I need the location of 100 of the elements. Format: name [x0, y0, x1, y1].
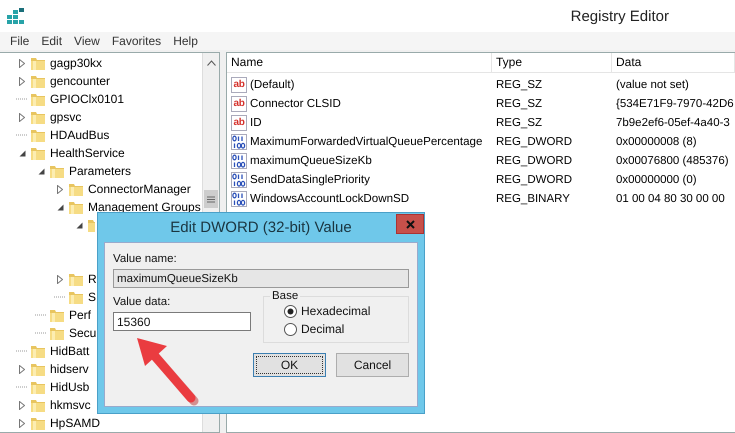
folder-icon: [30, 146, 46, 160]
value-data: {534E71F9-7970-42D6: [615, 98, 735, 110]
tree-item[interactable]: HpSAMD: [50, 416, 100, 430]
tree-item[interactable]: Parameters: [69, 164, 132, 178]
value-type: REG_DWORD: [495, 174, 574, 186]
folder-icon: [49, 308, 65, 322]
close-button[interactable]: [396, 214, 424, 234]
binary-value-icon: [231, 134, 247, 150]
folder-icon: [68, 290, 84, 304]
binary-value-icon: [231, 190, 247, 206]
value-data-field[interactable]: 15360: [113, 312, 251, 331]
tree-item[interactable]: Secu: [69, 326, 96, 340]
tree-line: [16, 386, 28, 388]
scroll-up-icon[interactable]: [206, 60, 216, 66]
expanded-triangle-icon[interactable]: [56, 204, 64, 210]
column-header[interactable]: Type: [492, 53, 612, 72]
value-type: REG_DWORD: [495, 154, 574, 166]
folder-icon: [30, 92, 46, 106]
group-label: Base: [271, 290, 300, 302]
folder-icon: [30, 110, 46, 124]
column-header[interactable]: Data: [612, 53, 735, 72]
radio-label[interactable]: Decimal: [301, 322, 344, 336]
tree-item[interactable]: hidserv: [50, 362, 89, 376]
tree-item[interactable]: HidBatt: [50, 344, 90, 358]
tree-line: [16, 134, 28, 136]
dialog-title: Edit DWORD (32-bit) Value: [170, 219, 352, 236]
menu-item[interactable]: Favorites: [106, 34, 168, 48]
folder-icon: [30, 344, 46, 358]
value-type: REG_SZ: [495, 78, 544, 90]
collapsed-triangle-icon[interactable]: [57, 274, 63, 284]
folder-icon: [30, 56, 46, 70]
menu-item[interactable]: File: [4, 34, 36, 48]
expanded-triangle-icon[interactable]: [38, 168, 44, 174]
value-name[interactable]: MaximumForwardedVirtualQueuePercentage: [250, 135, 482, 148]
value-name[interactable]: Connector CLSID: [250, 97, 341, 110]
folder-icon: [68, 182, 84, 196]
string-value-icon: ab: [231, 96, 247, 112]
tree-item[interactable]: gagp30kx: [50, 56, 102, 70]
tree-item[interactable]: R: [88, 272, 97, 286]
dialog-button[interactable]: OK: [253, 353, 326, 377]
value-type: REG_SZ: [495, 98, 544, 110]
folder-icon: [49, 326, 65, 340]
tree-item[interactable]: HidUsb: [50, 380, 90, 394]
expanded-triangle-icon[interactable]: [76, 222, 82, 228]
folder-icon: [68, 200, 84, 214]
value-name[interactable]: ID: [250, 116, 262, 129]
value-data: 7b9e2ef6-05ef-4a40-3: [615, 116, 731, 128]
value-name[interactable]: WindowsAccountLockDownSD: [250, 192, 410, 205]
column-header[interactable]: Name: [227, 53, 492, 72]
tree-item[interactable]: gencounter: [50, 74, 110, 88]
folder-icon: [30, 362, 46, 376]
menu-item[interactable]: Help: [167, 34, 204, 48]
radio-button[interactable]: [284, 322, 297, 336]
radio-label[interactable]: Hexadecimal: [301, 304, 370, 318]
value-name-field: maximumQueueSizeKb: [113, 269, 409, 288]
window-title: Registry Editor: [570, 8, 669, 24]
field-label: Value name:: [113, 253, 178, 265]
collapsed-triangle-icon[interactable]: [19, 418, 25, 428]
value-type: REG_DWORD: [495, 136, 574, 148]
value-data: 0x00000008 (8): [615, 136, 698, 148]
collapsed-triangle-icon[interactable]: [57, 184, 63, 194]
value-name[interactable]: maximumQueueSizeKb: [250, 154, 372, 167]
tree-line: [35, 314, 47, 316]
registry-app-icon: [6, 7, 26, 25]
collapsed-triangle-icon[interactable]: [19, 364, 25, 374]
menu-item[interactable]: View: [68, 34, 106, 48]
value-data: 0x00000000 (0): [615, 174, 698, 186]
value-data: (value not set): [615, 78, 690, 90]
value-name[interactable]: (Default): [250, 78, 294, 91]
collapsed-triangle-icon[interactable]: [19, 400, 25, 410]
string-value-icon: ab: [231, 114, 247, 130]
tree-item[interactable]: S: [88, 290, 96, 304]
collapsed-triangle-icon[interactable]: [19, 112, 25, 122]
tree-item[interactable]: HDAudBus: [50, 128, 110, 142]
tree-item[interactable]: GPIOClx0101: [50, 92, 124, 106]
tree-item[interactable]: Management Groups: [88, 200, 201, 214]
tree-line: [54, 296, 66, 298]
tree-line: [35, 332, 47, 334]
binary-value-icon: [231, 152, 247, 168]
folder-icon: [49, 164, 65, 178]
tree-item[interactable]: Perf: [69, 308, 92, 322]
tree-item[interactable]: ConnectorManager: [88, 182, 191, 196]
folder-icon: [30, 74, 46, 88]
menu-item[interactable]: Edit: [35, 34, 68, 48]
binary-value-icon: [231, 172, 247, 188]
dialog-button[interactable]: Cancel: [336, 353, 409, 377]
field-label: Value data:: [113, 296, 170, 308]
expanded-triangle-icon[interactable]: [18, 150, 26, 156]
collapsed-triangle-icon[interactable]: [19, 58, 25, 68]
value-name[interactable]: SendDataSinglePriority: [250, 173, 370, 186]
tree-item[interactable]: HealthService: [50, 146, 125, 160]
folder-icon: [68, 272, 84, 286]
folder-icon: [30, 128, 46, 142]
tree-item[interactable]: hkmsvc: [50, 398, 91, 412]
tree-line: [16, 98, 28, 100]
tree-item[interactable]: gpsvc: [50, 110, 82, 124]
radio-button[interactable]: [284, 304, 297, 318]
scroll-thumb-grip-icon[interactable]: [207, 196, 215, 202]
collapsed-triangle-icon[interactable]: [19, 76, 25, 86]
close-icon[interactable]: [406, 220, 414, 228]
